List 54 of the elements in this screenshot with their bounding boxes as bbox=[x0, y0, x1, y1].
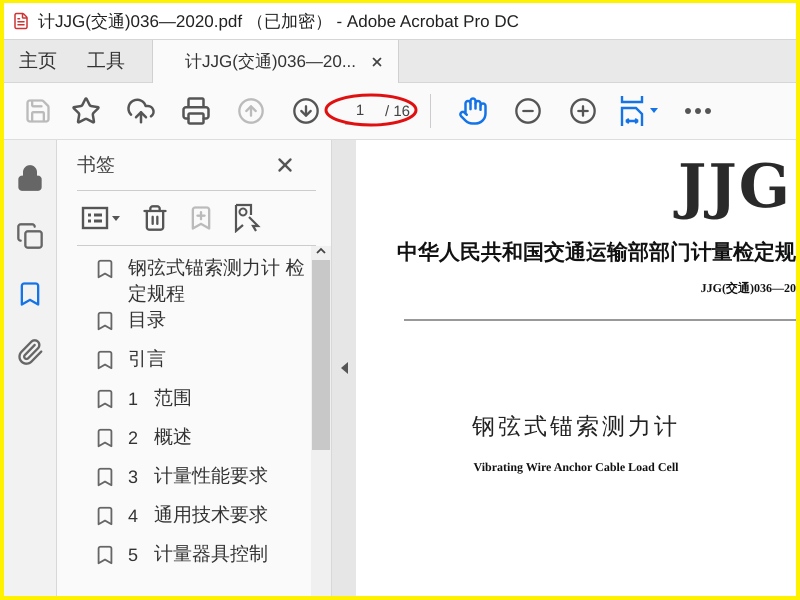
bookmark-item[interactable]: 5 计量器具控制 bbox=[94, 542, 311, 581]
document-title: 钢弦式锚索测力计 bbox=[472, 412, 680, 441]
bookmark-item[interactable]: 1 范围 bbox=[94, 386, 311, 425]
hand-icon bbox=[458, 96, 488, 126]
section-number: 4 bbox=[128, 505, 140, 528]
pages-icon bbox=[16, 222, 44, 250]
bookmark-title: 范围 bbox=[154, 387, 193, 411]
save-icon bbox=[24, 97, 52, 125]
scroll-up-icon[interactable] bbox=[315, 246, 327, 256]
close-icon[interactable] bbox=[370, 54, 384, 68]
collapse-arrow-icon[interactable] bbox=[340, 362, 348, 374]
cloud-upload-icon bbox=[126, 96, 156, 126]
tab[interactable]: 工具 bbox=[72, 40, 140, 82]
bookmark-item[interactable]: 2 概述 bbox=[94, 425, 311, 464]
section-number: 3 bbox=[128, 466, 140, 489]
document-subtitle: Vibrating Wire Anchor Cable Load Cell bbox=[473, 460, 679, 475]
bookmark-item[interactable]: 引言 bbox=[94, 347, 311, 386]
bookmark-item[interactable]: 钢弦式锚索测力计 检定规程 bbox=[94, 256, 311, 308]
document-heading: 中华人民共和国交通运输部部门计量检定规 bbox=[397, 238, 796, 266]
tab[interactable]: 计JJG(交通)036—20... bbox=[152, 40, 399, 83]
arrow-up-icon bbox=[236, 97, 264, 125]
window-title: 计JJG(交通)036—2020.pdf （已加密） - Adobe Acrobat Pro DC bbox=[38, 10, 519, 32]
section-number: 5 bbox=[128, 544, 140, 567]
scrollbar[interactable] bbox=[311, 246, 331, 596]
panel-title: 书签 bbox=[77, 154, 115, 178]
list-options-icon bbox=[81, 206, 123, 230]
section-number: 1 bbox=[128, 388, 140, 411]
zoom-out-icon bbox=[514, 97, 542, 125]
page-number-field[interactable]: 1 bbox=[345, 98, 375, 124]
section-number: 2 bbox=[128, 427, 140, 450]
bookmark-title: 引言 bbox=[128, 348, 167, 372]
lock-icon bbox=[16, 164, 44, 192]
bookmark-title: 通用技术要求 bbox=[154, 504, 269, 528]
page-total: / 16 bbox=[385, 102, 410, 120]
bookmark-title: 目录 bbox=[128, 309, 167, 333]
bookmark-item[interactable]: 4 通用技术要求 bbox=[94, 503, 311, 542]
paperclip-icon bbox=[16, 338, 44, 366]
pdf-file-icon bbox=[12, 12, 30, 30]
trash-icon bbox=[141, 204, 169, 232]
standard-logo: JJG bbox=[674, 148, 796, 226]
bookmark-item[interactable]: 目录 bbox=[94, 308, 311, 347]
zoom-in-icon bbox=[568, 97, 597, 125]
bookmark-title: 概述 bbox=[154, 426, 193, 450]
tab[interactable]: 主页 bbox=[4, 40, 72, 82]
arrow-down-icon bbox=[292, 97, 320, 125]
star-icon bbox=[70, 96, 100, 126]
document-code: JJG(交通)036—20 bbox=[700, 280, 796, 297]
printer-icon bbox=[180, 96, 210, 126]
more-icon bbox=[684, 108, 711, 114]
bookmark-cursor-icon bbox=[233, 203, 261, 233]
bookmark-title: 计量性能要求 bbox=[154, 465, 269, 489]
bookmark-title: 钢弦式锚索测力计 检定规程 bbox=[128, 257, 306, 307]
bookmark-title: 计量器具控制 bbox=[154, 543, 269, 567]
bookmark-item[interactable]: 3 计量性能要求 bbox=[94, 464, 311, 503]
